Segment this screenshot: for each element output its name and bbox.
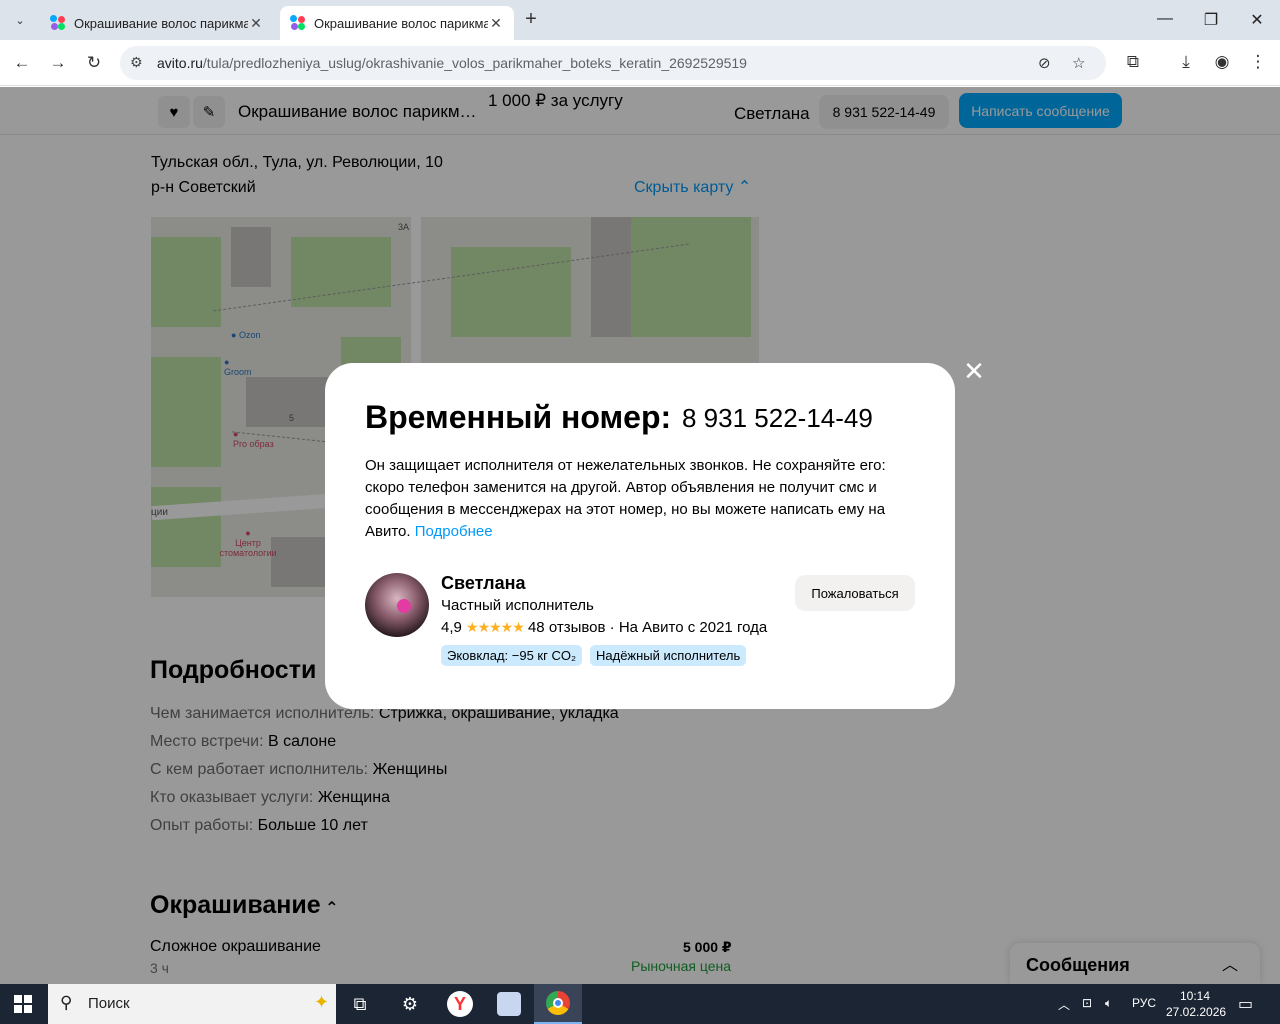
network-icon[interactable]: ⊡	[1082, 996, 1092, 1010]
more-info-link[interactable]: Подробнее	[415, 523, 493, 540]
avito-favicon-icon	[50, 15, 66, 31]
tab-search-chevron-icon[interactable]: ⌄	[8, 8, 32, 32]
forward-arrow-icon[interactable]: →	[47, 52, 69, 74]
clock[interactable]: 10:14 27.02.2026	[1166, 988, 1226, 1020]
tab-title: Окрашивание волос парикмахер	[74, 15, 248, 31]
site-settings-icon[interactable]: ⚙	[130, 54, 143, 71]
tab-close-icon[interactable]: ✕	[488, 15, 504, 32]
volume-icon[interactable]: 🔈︎	[1105, 996, 1112, 1011]
bookmark-star-icon[interactable]: ☆	[1072, 54, 1085, 72]
seller-type: Частный исполнитель	[441, 597, 594, 614]
minimize-icon[interactable]: —	[1155, 10, 1175, 28]
browser-toolbar: ← → ↻ ⚙ avito.ru/tula/predlozheniya_uslu…	[0, 40, 1280, 86]
seller-stats: 4,9 ★★★★★ 48 отзывов · На Авито с 2021 г…	[441, 619, 768, 636]
task-view-icon[interactable]: ⧉	[336, 984, 384, 1024]
modal-title: Временный номер:	[365, 399, 672, 435]
temporary-phone-number[interactable]: 8 931 522-14-49	[682, 403, 873, 434]
member-since: На Авито с 2021 года	[618, 619, 768, 636]
taskbar-search[interactable]: ⚲ Поиск ✦	[48, 984, 336, 1024]
settings-gear-icon[interactable]: ⚙	[386, 984, 434, 1024]
close-icon[interactable]: ✕	[962, 358, 986, 384]
report-button[interactable]: Пожаловаться	[795, 575, 915, 611]
rating-stars-icon: ★★★★★	[466, 619, 525, 635]
language-indicator[interactable]: РУС	[1132, 996, 1156, 1010]
window-close-icon[interactable]: ✕	[1247, 10, 1267, 30]
avatar[interactable]	[365, 573, 429, 637]
search-icon: ⚲	[60, 993, 73, 1012]
yandex-browser-icon[interactable]: Y	[436, 984, 484, 1024]
browser-tab-2[interactable]: Окрашивание волос парикмахер ✕	[280, 6, 514, 40]
new-tab-plus-icon[interactable]: +	[520, 9, 542, 31]
notifications-icon[interactable]: ▭	[1238, 994, 1253, 1014]
app-icon[interactable]	[485, 984, 533, 1024]
flower-icon	[397, 599, 411, 613]
chrome-icon[interactable]	[534, 984, 582, 1024]
reload-icon[interactable]: ↻	[83, 52, 105, 74]
reviews-link[interactable]: 48 отзывов	[528, 619, 606, 636]
profile-icon[interactable]: ◉	[1211, 52, 1233, 72]
back-arrow-icon[interactable]: ←	[11, 52, 33, 74]
eco-badge[interactable]: Эковклад: −95 кг CO₂	[441, 645, 583, 666]
search-placeholder: Поиск	[88, 995, 130, 1012]
browser-tab-bar: ⌄ Окрашивание волос парикмахер ✕ Окрашив…	[0, 0, 1280, 40]
address-bar[interactable]: ⚙ avito.ru/tula/predlozheniya_uslug/okra…	[120, 46, 1106, 80]
sparkle-icon: ✦	[314, 992, 330, 1012]
extensions-puzzle-icon[interactable]: ⧉	[1122, 52, 1144, 72]
windows-taskbar: ⚲ Поиск ✦ ⧉ ⚙ Y ︿ ⊡ 🔈︎ РУС 10:14 27.02.20…	[0, 984, 1280, 1024]
tab-title: Окрашивание волос парикмахер	[314, 15, 488, 31]
tracking-protection-icon[interactable]: ⊘	[1038, 54, 1051, 72]
modal-description: Он защищает исполнителя от нежелательных…	[365, 457, 886, 540]
browser-tab-1[interactable]: Окрашивание волос парикмахер ✕	[40, 6, 274, 40]
restore-icon[interactable]: ❐	[1201, 10, 1221, 30]
rating-value: 4,9	[441, 619, 462, 636]
reliable-badge[interactable]: Надёжный исполнитель	[590, 645, 747, 666]
url-text[interactable]: avito.ru/tula/predlozheniya_uslug/okrash…	[157, 55, 747, 71]
menu-dots-icon[interactable]: ⋮	[1247, 52, 1269, 72]
tray-chevron-up-icon[interactable]: ︿	[1058, 996, 1070, 1013]
seller-name[interactable]: Светлана	[441, 573, 526, 594]
tab-close-icon[interactable]: ✕	[248, 15, 264, 32]
temporary-number-modal: Временный номер: 8 931 522-14-49 Он защи…	[325, 363, 955, 709]
avito-favicon-icon	[290, 15, 306, 31]
download-icon[interactable]: ⤓	[1175, 52, 1197, 72]
windows-start-icon[interactable]	[14, 995, 32, 1013]
